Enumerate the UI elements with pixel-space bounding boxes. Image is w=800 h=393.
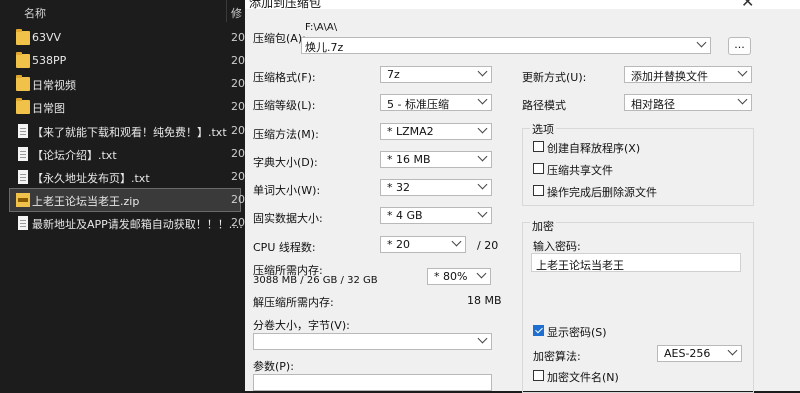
cpu-label: CPU 线程数: [253,241,316,254]
pathmode-select[interactable]: 相对路径 [624,94,752,111]
method-label: 压缩方法(M): [253,128,319,141]
column-modified[interactable]: 修 [231,5,242,21]
word-select[interactable]: * 32 [380,179,492,196]
solid-select[interactable]: * 4 GB [380,207,492,224]
show-password-checkbox[interactable] [533,325,544,336]
enc-method-select[interactable]: AES-256 [657,345,742,362]
delete-source-checkbox[interactable] [533,185,544,196]
method-select[interactable]: * LZMA2 [380,123,492,140]
text-file-icon [18,147,28,161]
list-item[interactable]: 538PP 20 [10,50,245,72]
chevron-down-icon [477,66,488,77]
password-input[interactable]: 上老王论坛当老王 [531,253,741,272]
chevron-down-icon [451,236,462,247]
split-label: 分卷大小，字节(V): [253,319,350,332]
split-select[interactable] [253,333,492,350]
encrypt-names-checkbox[interactable] [533,370,544,381]
mem-percent-select[interactable]: * 80% [427,268,491,285]
mem-decomp-label: 解压缩所需内存: [253,296,334,309]
mem-comp-value: 3088 MB / 26 GB / 32 GB [253,275,378,286]
chevron-down-icon [737,66,748,77]
cpu-select[interactable]: * 20 [380,236,466,253]
chevron-down-icon [477,123,488,134]
text-file-icon [18,170,28,184]
add-to-archive-dialog: 添加到压缩包 ✕ 压缩包(A): F:\A\A\ 焕儿.7z ... 压缩格式(… [245,0,800,393]
list-item[interactable]: 最新地址及APP请发邮箱自动获取！！！.... 20 [10,212,245,234]
browse-button[interactable]: ... [728,37,751,55]
update-select[interactable]: 添加并替换文件 [624,66,752,83]
word-label: 单词大小(W): [253,184,321,197]
sfx-checkbox[interactable] [533,141,544,152]
dialog-title: 添加到压缩包 [249,0,322,10]
list-item[interactable]: 上老王论坛当老王.zip 20 [9,188,245,212]
list-item[interactable]: 63VV 20 [10,27,245,49]
archive-name-combo[interactable]: 焕儿.7z [301,37,711,54]
dialog-titlebar[interactable]: 添加到压缩包 [245,0,800,10]
sort-ascending-icon: ⌃ [118,0,127,7]
archive-path: F:\A\A\ [305,22,338,33]
column-header: ⌃ 名称 修 [0,0,245,22]
pathmode-label: 路径模式 [522,99,566,112]
mem-decomp-value: 18 MB [467,294,502,307]
shared-label: 压缩共享文件 [547,164,613,177]
folder-icon [16,75,30,91]
text-file-icon [18,124,28,138]
delete-source-label: 操作完成后删除源文件 [547,186,657,199]
chevron-down-icon[interactable] [696,37,707,48]
folder-icon [16,52,30,68]
column-name[interactable]: 名称 [24,5,46,21]
list-item[interactable]: 日常视频 20 [10,73,245,95]
shared-checkbox[interactable] [533,163,544,174]
folder-icon [16,29,30,45]
show-password-label: 显示密码(S) [547,326,607,339]
dict-label: 字典大小(D): [253,156,318,169]
list-item[interactable]: 【来了就能下载和观看！纯免费！】.txt 20 [10,120,245,142]
text-file-icon [18,216,28,230]
update-label: 更新方式(U): [522,71,587,84]
encryption-title: 加密 [530,218,556,234]
chevron-down-icon [476,268,487,279]
sfx-label: 创建自释放程序(X) [547,142,641,155]
list-item[interactable]: 日常图 20 [10,96,245,118]
close-icon[interactable]: ✕ [741,0,754,11]
list-item[interactable]: 【永久地址发布页】.txt 20 [10,166,245,188]
chevron-down-icon [477,333,488,344]
chevron-down-icon [727,345,738,356]
list-item[interactable]: 【论坛介绍】.txt 20 [10,143,245,165]
params-label: 参数(P): [253,360,294,373]
zip-file-icon [16,193,30,207]
format-label: 压缩格式(F): [253,71,316,84]
chevron-down-icon [477,179,488,190]
chevron-down-icon [477,94,488,105]
level-select[interactable]: 5 - 标准压缩 [380,94,492,111]
chevron-down-icon [477,151,488,162]
column-separator[interactable] [226,0,227,22]
solid-label: 固实数据大小: [253,212,323,225]
level-label: 压缩等级(L): [253,99,316,112]
folder-icon [16,98,30,114]
params-input[interactable] [253,374,492,391]
chevron-down-icon [477,207,488,218]
options-title: 选项 [530,121,556,137]
chevron-down-icon [737,94,748,105]
format-select[interactable]: 7z [380,66,492,83]
enc-method-label: 加密算法: [533,350,581,363]
encrypt-names-label: 加密文件名(N) [547,371,619,384]
archive-label: 压缩包(A): [253,32,306,45]
dict-select[interactable]: * 16 MB [380,151,492,168]
password-label: 输入密码: [533,240,581,253]
cpu-max: / 20 [477,239,499,252]
